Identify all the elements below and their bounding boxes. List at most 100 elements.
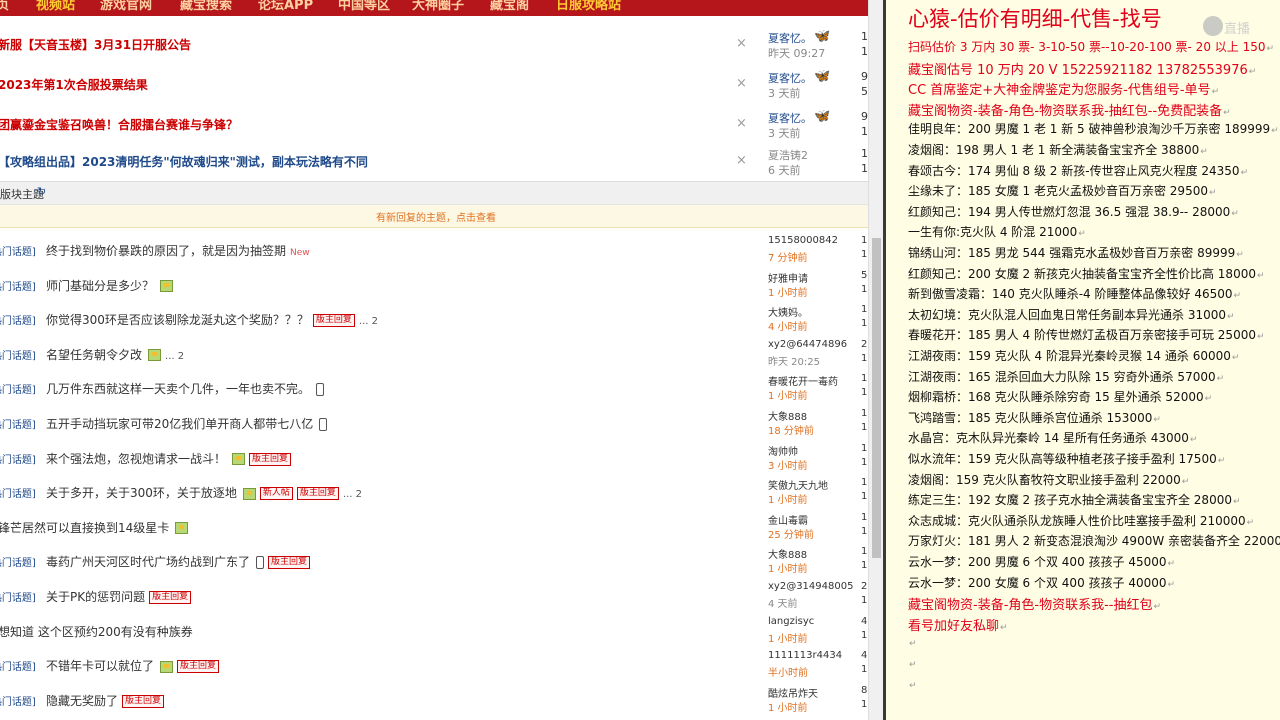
- thread-author[interactable]: 笑傲九天九地: [768, 477, 828, 492]
- thread-tag[interactable]: [热门话题]: [0, 658, 36, 673]
- paragraph-mark-icon: ↵: [1217, 456, 1226, 466]
- thread-time: 3 天前: [768, 87, 801, 100]
- thread-author[interactable]: 夏浩铸2: [768, 147, 808, 163]
- thread-title[interactable]: 关于PK的惩罚问题: [46, 590, 145, 604]
- thread-title-line: 想知道 这个区预约200有没有种族券: [0, 623, 193, 640]
- thread-tag[interactable]: [热门话题]: [0, 554, 36, 569]
- refresh-icon[interactable]: ↻: [37, 185, 46, 198]
- thread-title[interactable]: 不错年卡可以就位了: [46, 659, 154, 673]
- thread-author[interactable]: xy2@314948005: [768, 581, 853, 592]
- thread-title[interactable]: 毒药广州天河区时代广场约战到广东了: [46, 555, 250, 569]
- pinned-thread-title[interactable]: 团赢鎏金宝鉴召唤兽！合服擂台赛谁与争锋？: [0, 116, 238, 133]
- thread-time: 1 小时前: [768, 495, 808, 507]
- thread-author[interactable]: 大象888: [768, 408, 807, 423]
- nav-item[interactable]: 藏宝阁: [490, 0, 529, 13]
- thread-author[interactable]: 夏客忆。: [768, 110, 812, 126]
- thread-author[interactable]: 春暖花开一毒药: [768, 373, 838, 388]
- thread-author[interactable]: 夏客忆。: [768, 30, 812, 46]
- thread-author[interactable]: 大象888: [768, 546, 807, 561]
- thread-author[interactable]: 淘帅帅: [768, 443, 798, 458]
- thread-pager[interactable]: ... 2: [165, 351, 184, 362]
- nav-item[interactable]: 页: [0, 0, 9, 13]
- notes-line-text: 飞鸿踏雪：185 克火队睡杀宫位通杀 153000: [908, 410, 1153, 425]
- reply-count: 5: [861, 269, 868, 281]
- thread-time: 1 小时前: [768, 564, 808, 576]
- thread-author[interactable]: 夏客忆。: [768, 70, 812, 86]
- nav-item[interactable]: 藏宝搜索: [180, 0, 232, 13]
- thread-title[interactable]: 五开手动挡玩家可带20亿我们单开商人都带七八亿: [46, 417, 313, 431]
- thread-title[interactable]: 几万件东西就这样一天卖个几件，一年也卖不完。: [46, 382, 310, 396]
- pinned-thread-title[interactable]: 新服【天音玉楼】3月31日开服公告: [0, 36, 191, 53]
- thread-title[interactable]: 想知道 这个区预约200有没有种族券: [0, 625, 193, 639]
- nav-item[interactable]: 大神圈子: [412, 0, 464, 13]
- new-reply-notice-text[interactable]: 有新回复的主题，点击查看: [376, 213, 496, 224]
- thread-tag[interactable]: [热门话题]: [0, 381, 36, 396]
- thread-title[interactable]: 师门基础分是多少？: [46, 279, 154, 293]
- nav-item[interactable]: 日服攻略站: [556, 0, 621, 13]
- scrollbar[interactable]: [868, 0, 884, 720]
- notes-line-text: 云水一梦：200 男魔 6 个双 400 孩孩子 45000: [908, 555, 1167, 569]
- reply-count: 2: [861, 338, 868, 350]
- pinned-thread-title[interactable]: 2023年第1次合服投票结果: [0, 76, 148, 93]
- thread-author[interactable]: 15158000842: [768, 235, 838, 246]
- view-count: 1: [861, 629, 868, 641]
- table-row: [热门话题] 几万件东西就这样一天卖个几件，一年也卖不完。 春暖花开一毒药 1 小时前…: [0, 372, 868, 406]
- notes-line-text: 藏宝阁估号 10 万内 20 V 15225921182 13782553976: [908, 62, 1248, 78]
- thread-tag[interactable]: [热门话题]: [0, 451, 36, 466]
- reply-count: 4: [861, 650, 868, 662]
- nav-item[interactable]: 论坛APP: [258, 0, 313, 13]
- thread-title[interactable]: 来个强法炮，忽视炮请求一战斗！: [46, 452, 226, 466]
- thread-tag[interactable]: [热门话题]: [0, 485, 36, 500]
- thread-tag[interactable]: [热门话题]: [0, 589, 36, 604]
- thread-author[interactable]: langzisyc: [768, 616, 814, 627]
- stream-logo-icon: [1203, 16, 1223, 36]
- nav-item[interactable]: 中国等区: [338, 0, 390, 13]
- notes-line: 红颜知己：194 男人传世燃灯忽混 36.5 强混 38.9-- 28000↵: [908, 203, 1239, 220]
- thread-author[interactable]: xy2@64474896: [768, 339, 847, 350]
- notes-line: 凌烟阁：159 克火队畜牧符文职业接手盈利 22000↵: [908, 471, 1189, 488]
- thread-title[interactable]: 锋芒居然可以直接换到14级星卡: [0, 521, 169, 535]
- table-row: [热门话题] 来个强法炮，忽视炮请求一战斗！ 版主回复 淘帅帅 3 小时前 1 1: [0, 442, 868, 476]
- thread-author[interactable]: 大姨妈。: [768, 304, 808, 319]
- thread-title[interactable]: 名望任务朝令夕改: [46, 348, 142, 362]
- paragraph-mark-icon: ↵: [909, 660, 917, 670]
- view-count: 1: [861, 491, 868, 503]
- thread-title[interactable]: 终于找到物价暴跌的原因了，就是因为抽签期: [46, 244, 286, 258]
- paragraph-mark-icon: ↵: [1266, 44, 1275, 54]
- notes-line: 藏宝阁物资-装备-角色-物资联系我-抽红包--免费配装备↵: [908, 100, 1231, 119]
- close-icon[interactable]: ×: [736, 76, 747, 91]
- thread-title[interactable]: 关于多开，关于300环，关于放逐地: [46, 486, 237, 500]
- moderator-reply-badge: 版主回复: [149, 591, 192, 604]
- nav-item[interactable]: 游戏官网: [100, 0, 152, 13]
- paragraph-mark-icon: ↵: [1227, 311, 1235, 322]
- thread-author[interactable]: 好雅申请: [768, 270, 808, 285]
- pinned-thread-title[interactable]: 【攻略组出品】2023清明任务"何故魂归来"测试，副本玩法略有不同: [0, 153, 368, 170]
- notes-line: 云水一梦：200 男魔 6 个双 400 孩孩子 45000↵: [908, 553, 1175, 570]
- image-attachment-icon: [148, 349, 162, 362]
- thread-title[interactable]: 你觉得300环是否应该剔除龙涎丸这个奖励？？？: [46, 313, 309, 327]
- nav-item[interactable]: 视频站: [36, 0, 75, 13]
- thread-pager[interactable]: ... 2: [343, 489, 362, 500]
- thread-title[interactable]: 隐藏无奖励了: [46, 694, 118, 708]
- thread-tag[interactable]: [热门话题]: [0, 243, 36, 258]
- thread-tag[interactable]: [热门话题]: [0, 312, 36, 327]
- notes-line-text: 心猿-估价有明细-代售-找号: [908, 7, 1162, 31]
- thread-tag[interactable]: [热门话题]: [0, 347, 36, 362]
- notes-line-text: 一生有你:克火队 4 阶混 21000: [908, 225, 1078, 240]
- thread-author[interactable]: 酷炫吊炸天: [768, 685, 818, 700]
- new-reply-notice[interactable]: 有新回复的主题，点击查看: [0, 205, 868, 228]
- close-icon[interactable]: ×: [736, 116, 747, 131]
- view-count: 1: [861, 387, 868, 399]
- thread-author[interactable]: 1111113r4434: [768, 650, 842, 661]
- thread-tag[interactable]: [热门话题]: [0, 693, 36, 708]
- thread-tag[interactable]: [热门话题]: [0, 278, 36, 293]
- notes-line: 红颜知己：200 女魔 2 新孩克火抽装备宝宝齐全性价比高 18000↵: [908, 265, 1265, 282]
- thread-pager[interactable]: ... 2: [359, 316, 378, 327]
- close-icon[interactable]: ×: [736, 36, 747, 51]
- paragraph-mark-icon: ↵: [1256, 270, 1265, 281]
- thread-tag[interactable]: [热门话题]: [0, 416, 36, 431]
- scrollbar-thumb[interactable]: [872, 238, 881, 558]
- thread-author[interactable]: 金山毒霸: [768, 512, 808, 527]
- close-icon[interactable]: ×: [736, 153, 747, 168]
- notes-line: 春颂古今：174 男仙 8 级 2 新孩-传世容止风克火程度 24350↵: [908, 162, 1248, 179]
